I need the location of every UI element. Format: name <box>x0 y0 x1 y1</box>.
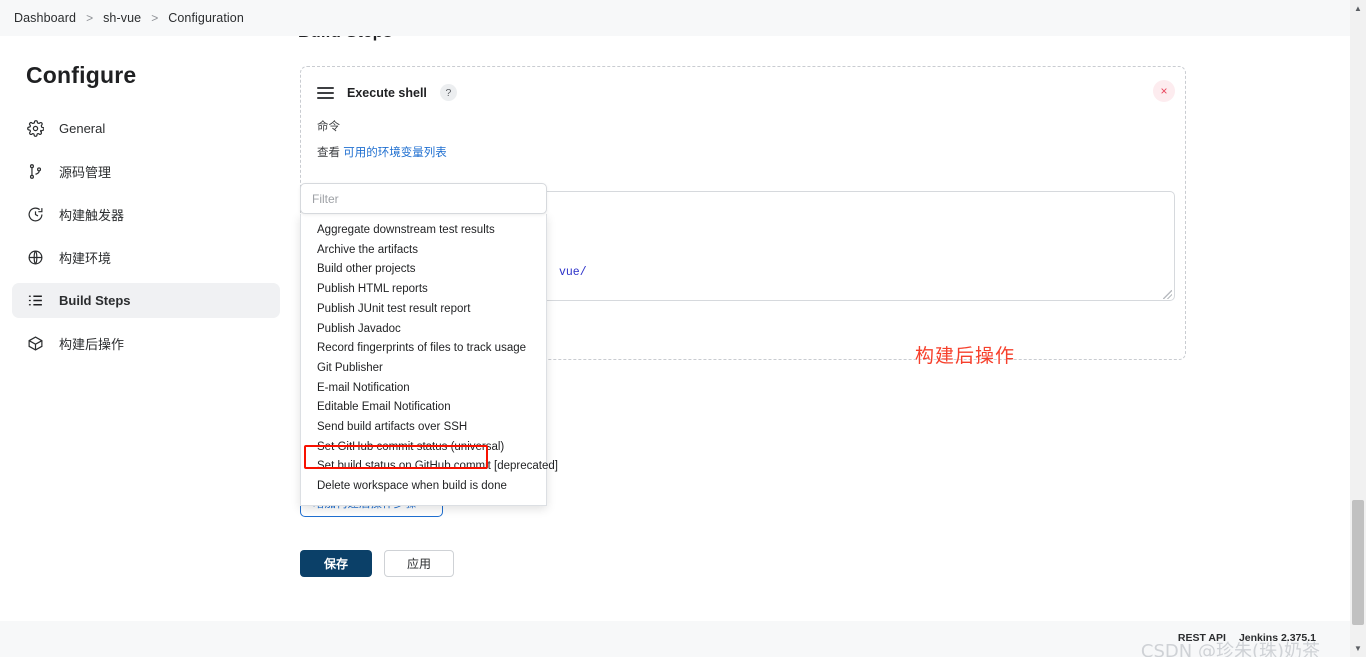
dropdown-item-send-build-artifacts-over-ssh[interactable]: Send build artifacts over SSH <box>301 418 546 438</box>
dropdown-item[interactable]: Editable Email Notification <box>301 398 546 418</box>
app-root: Build Steps Dashboard > sh-vue > Configu… <box>0 0 1366 657</box>
sidebar-item-label: Build Steps <box>59 293 131 308</box>
drag-handle-icon[interactable] <box>317 86 334 99</box>
sidebar-nav: General 源码管理 构建触发器 构建环境 Build Steps 构建后操… <box>0 111 292 361</box>
scroll-up-arrow-icon[interactable]: ▲ <box>1350 0 1366 17</box>
dropdown-item[interactable]: Aggregate downstream test results <box>301 221 546 241</box>
footer: REST API Jenkins 2.375.1 CSDN @珍朱(珠)奶茶 <box>0 621 1350 657</box>
gear-icon <box>26 119 45 138</box>
globe-icon <box>26 248 45 267</box>
sidebar-item-build-steps[interactable]: Build Steps <box>12 283 280 318</box>
sidebar: Configure General 源码管理 构建触发器 构建环境 Build … <box>0 36 292 621</box>
env-prefix-text: 查看 <box>317 147 340 159</box>
dropdown-item[interactable]: Publish Javadoc <box>301 320 546 340</box>
dropdown-list: Aggregate downstream test results Archiv… <box>300 214 558 506</box>
post-build-step-dropdown: Aggregate downstream test results Archiv… <box>300 183 558 506</box>
command-label: 命令 <box>317 121 340 133</box>
breadcrumb-item-configuration[interactable]: Configuration <box>168 11 244 25</box>
dropdown-item[interactable]: Archive the artifacts <box>301 241 546 261</box>
breadcrumb-item-dashboard[interactable]: Dashboard <box>14 11 76 25</box>
post-build-annotation: 构建后操作 <box>915 346 1016 367</box>
main-content: Execute shell ? × 命令 查看 可用的环境变量列表 rm -rf… <box>292 36 1350 621</box>
breadcrumb-separator: > <box>86 11 94 25</box>
env-variables-line: 查看 可用的环境变量列表 <box>317 144 1185 160</box>
sidebar-item-label: 构建环境 <box>59 251 112 266</box>
sidebar-item-general[interactable]: General <box>12 111 280 146</box>
breadcrumb-separator: > <box>151 11 159 25</box>
sidebar-item-label: General <box>59 121 106 136</box>
dropdown-item[interactable]: Set build status on GitHub commit [depre… <box>301 457 558 477</box>
dropdown-item[interactable]: Set GitHub commit status (universal) <box>301 438 546 458</box>
dropdown-item[interactable]: Build other projects <box>301 260 546 280</box>
sidebar-item-build-triggers[interactable]: 构建触发器 <box>12 197 280 232</box>
vertical-scrollbar[interactable]: ▲ ▼ <box>1350 0 1366 657</box>
list-icon <box>26 291 45 310</box>
page-title: Configure <box>26 62 137 88</box>
sidebar-item-build-environment[interactable]: 构建环境 <box>12 240 280 275</box>
help-icon[interactable]: ? <box>439 84 457 101</box>
breadcrumb-item-sh-vue[interactable]: sh-vue <box>103 11 141 25</box>
sidebar-item-post-build-actions[interactable]: 构建后操作 <box>12 326 280 361</box>
sidebar-item-label: 构建后操作 <box>59 337 125 352</box>
save-button[interactable]: 保存 <box>300 550 373 577</box>
textarea-resize-grip[interactable] <box>1163 290 1172 299</box>
dropdown-item[interactable]: Publish JUnit test result report <box>301 300 546 320</box>
clock-icon <box>26 205 45 224</box>
sidebar-item-label: 构建触发器 <box>59 208 125 223</box>
source-branch-icon <box>26 162 45 181</box>
breadcrumb: Dashboard > sh-vue > Configuration <box>0 0 1350 36</box>
sidebar-item-label: 源码管理 <box>59 165 112 180</box>
apply-button[interactable]: 应用 <box>384 550 455 577</box>
jenkins-version-label: Jenkins 2.375.1 <box>1238 632 1316 644</box>
dropdown-item[interactable]: Git Publisher <box>301 359 546 379</box>
step-card-header: Execute shell ? <box>301 67 1185 101</box>
form-actions: 保存 应用 <box>300 550 455 577</box>
rest-api-link[interactable]: REST API <box>1178 632 1226 644</box>
dropdown-item[interactable]: Delete workspace when build is done <box>301 477 546 497</box>
scroll-down-arrow-icon[interactable]: ▼ <box>1350 640 1366 657</box>
package-icon <box>26 334 45 353</box>
filter-input[interactable] <box>300 183 547 214</box>
close-icon[interactable]: × <box>1153 80 1175 102</box>
env-variables-link[interactable]: 可用的环境变量列表 <box>343 147 447 159</box>
dropdown-item[interactable]: E-mail Notification <box>301 379 546 399</box>
footer-links: REST API Jenkins 2.375.1 <box>1178 632 1316 644</box>
sidebar-item-source-management[interactable]: 源码管理 <box>12 154 280 189</box>
scrollbar-thumb[interactable] <box>1352 500 1364 625</box>
dropdown-item[interactable]: Record fingerprints of files to track us… <box>301 339 546 359</box>
dropdown-item[interactable]: Publish HTML reports <box>301 280 546 300</box>
step-title: Execute shell <box>347 85 427 100</box>
